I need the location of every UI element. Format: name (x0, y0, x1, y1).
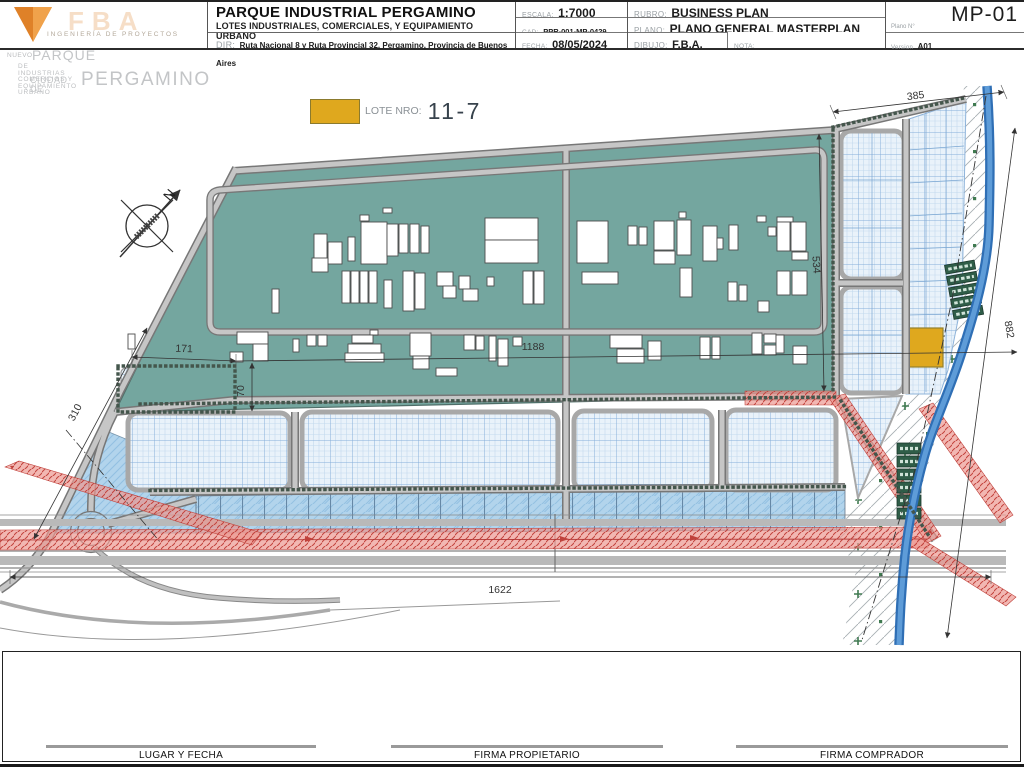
signature-line-place (46, 745, 316, 748)
dibujo-label: DIBUJO: (634, 41, 668, 50)
dim-534: 534 (809, 256, 822, 274)
version-label: Version (891, 45, 914, 51)
dim-310: 310 (66, 402, 85, 423)
company-logo: FBA INGENIERÍA DE PROYECTOS (14, 6, 179, 42)
signature-label-owner: FIRMA PROPIETARIO (473, 750, 581, 761)
logo-cell: FBA INGENIERÍA DE PROYECTOS (0, 2, 207, 48)
plano-value: PLANO GENERAL MASTERPLAN (669, 22, 861, 32)
sheet-number-label: Plano N° (891, 24, 915, 30)
lot-legend-value: 11-7 (427, 97, 482, 124)
signature-label-place: LUGAR Y FECHA (138, 750, 224, 761)
signature-line-owner (391, 745, 663, 748)
dim-1188: 1188 (522, 341, 545, 353)
fecha-label: FECHA: (522, 43, 548, 48)
nota-label: NOTA: (734, 43, 755, 50)
east-lot-column-1 (838, 128, 907, 282)
red-road-horizontal (0, 526, 929, 551)
watermark-parque: PARQUE (32, 47, 97, 63)
page-bottom-border (0, 764, 1024, 767)
signature-box: LUGAR Y FECHA FIRMA PROPIETARIO FIRMA CO… (2, 651, 1021, 762)
fecha-value: 08/05/2024 (552, 39, 608, 48)
plan-info-cell: RUBRO: BUSINESS PLAN PLANO: PLANO GENERA… (627, 2, 885, 51)
highlighted-lot-11-7 (908, 327, 944, 368)
lot-legend-label: LOTE NRO: (365, 105, 422, 117)
project-cell: PARQUE INDUSTRIAL PERGAMINO LOTES INDUST… (207, 2, 515, 68)
sheet-number-cell: MP-01 Plano N° Version A01 (885, 2, 1024, 51)
lot-row1-b (299, 409, 561, 493)
dim-70: 70 (235, 385, 247, 397)
ramp-road-2 (0, 600, 331, 625)
dim-1622: 1622 (488, 584, 512, 596)
scale-cell: ESCALA: 1:7000 CAD: PPR-001-MP-0429 FECH… (515, 2, 627, 48)
watermark-ciudad: CIUDAD DE (30, 75, 68, 94)
lot-row1-c (571, 408, 715, 493)
dibujo-cell: DIBUJO: F.B.A. (628, 32, 727, 51)
rubro-label: RUBRO: (634, 10, 667, 17)
lot-row1-d (723, 407, 839, 493)
drawing-sheet: 385 534 882 171 1188 70 310 1622 N FBA I… (0, 0, 1024, 768)
watermark-pergamino: PERGAMINO (81, 69, 211, 90)
nota-cell: NOTA: (727, 32, 885, 50)
signature-label-buyer: FIRMA COMPRADOR (820, 750, 924, 761)
east-lot-column-2 (838, 284, 907, 396)
escala-value: 1:7000 (558, 6, 596, 17)
dibujo-value: F.B.A. (672, 39, 703, 51)
north-label: N (160, 186, 179, 204)
version-row: Version A01 (886, 32, 1024, 51)
lot-row1-a (125, 410, 293, 493)
watermark-nuevo: NUEVO (7, 52, 33, 59)
signature-line-buyer (736, 745, 1008, 748)
address-row: DIR: Ruta Nacional 8 y Ruta Provincial 3… (208, 32, 515, 68)
project-title: PARQUE INDUSTRIAL PERGAMINO (216, 4, 476, 21)
lot-legend: LOTE NRO: 11-7 (310, 96, 482, 126)
rubro-value: BUSINESS PLAN (671, 6, 769, 17)
dim-385: 385 (906, 89, 925, 103)
north-arrow-icon: N (119, 186, 181, 258)
dim-171: 171 (175, 343, 193, 356)
lot-color-swatch (310, 98, 360, 124)
version-value: A01 (917, 42, 933, 51)
dir-label: DIR: (216, 40, 236, 50)
logo-subtitle: INGENIERÍA DE PROYECTOS (47, 29, 179, 38)
title-block: FBA INGENIERÍA DE PROYECTOS PARQUE INDUS… (0, 0, 1024, 68)
dim-882: 882 (1002, 320, 1017, 339)
sheet-code: MP-01 (951, 3, 1018, 26)
